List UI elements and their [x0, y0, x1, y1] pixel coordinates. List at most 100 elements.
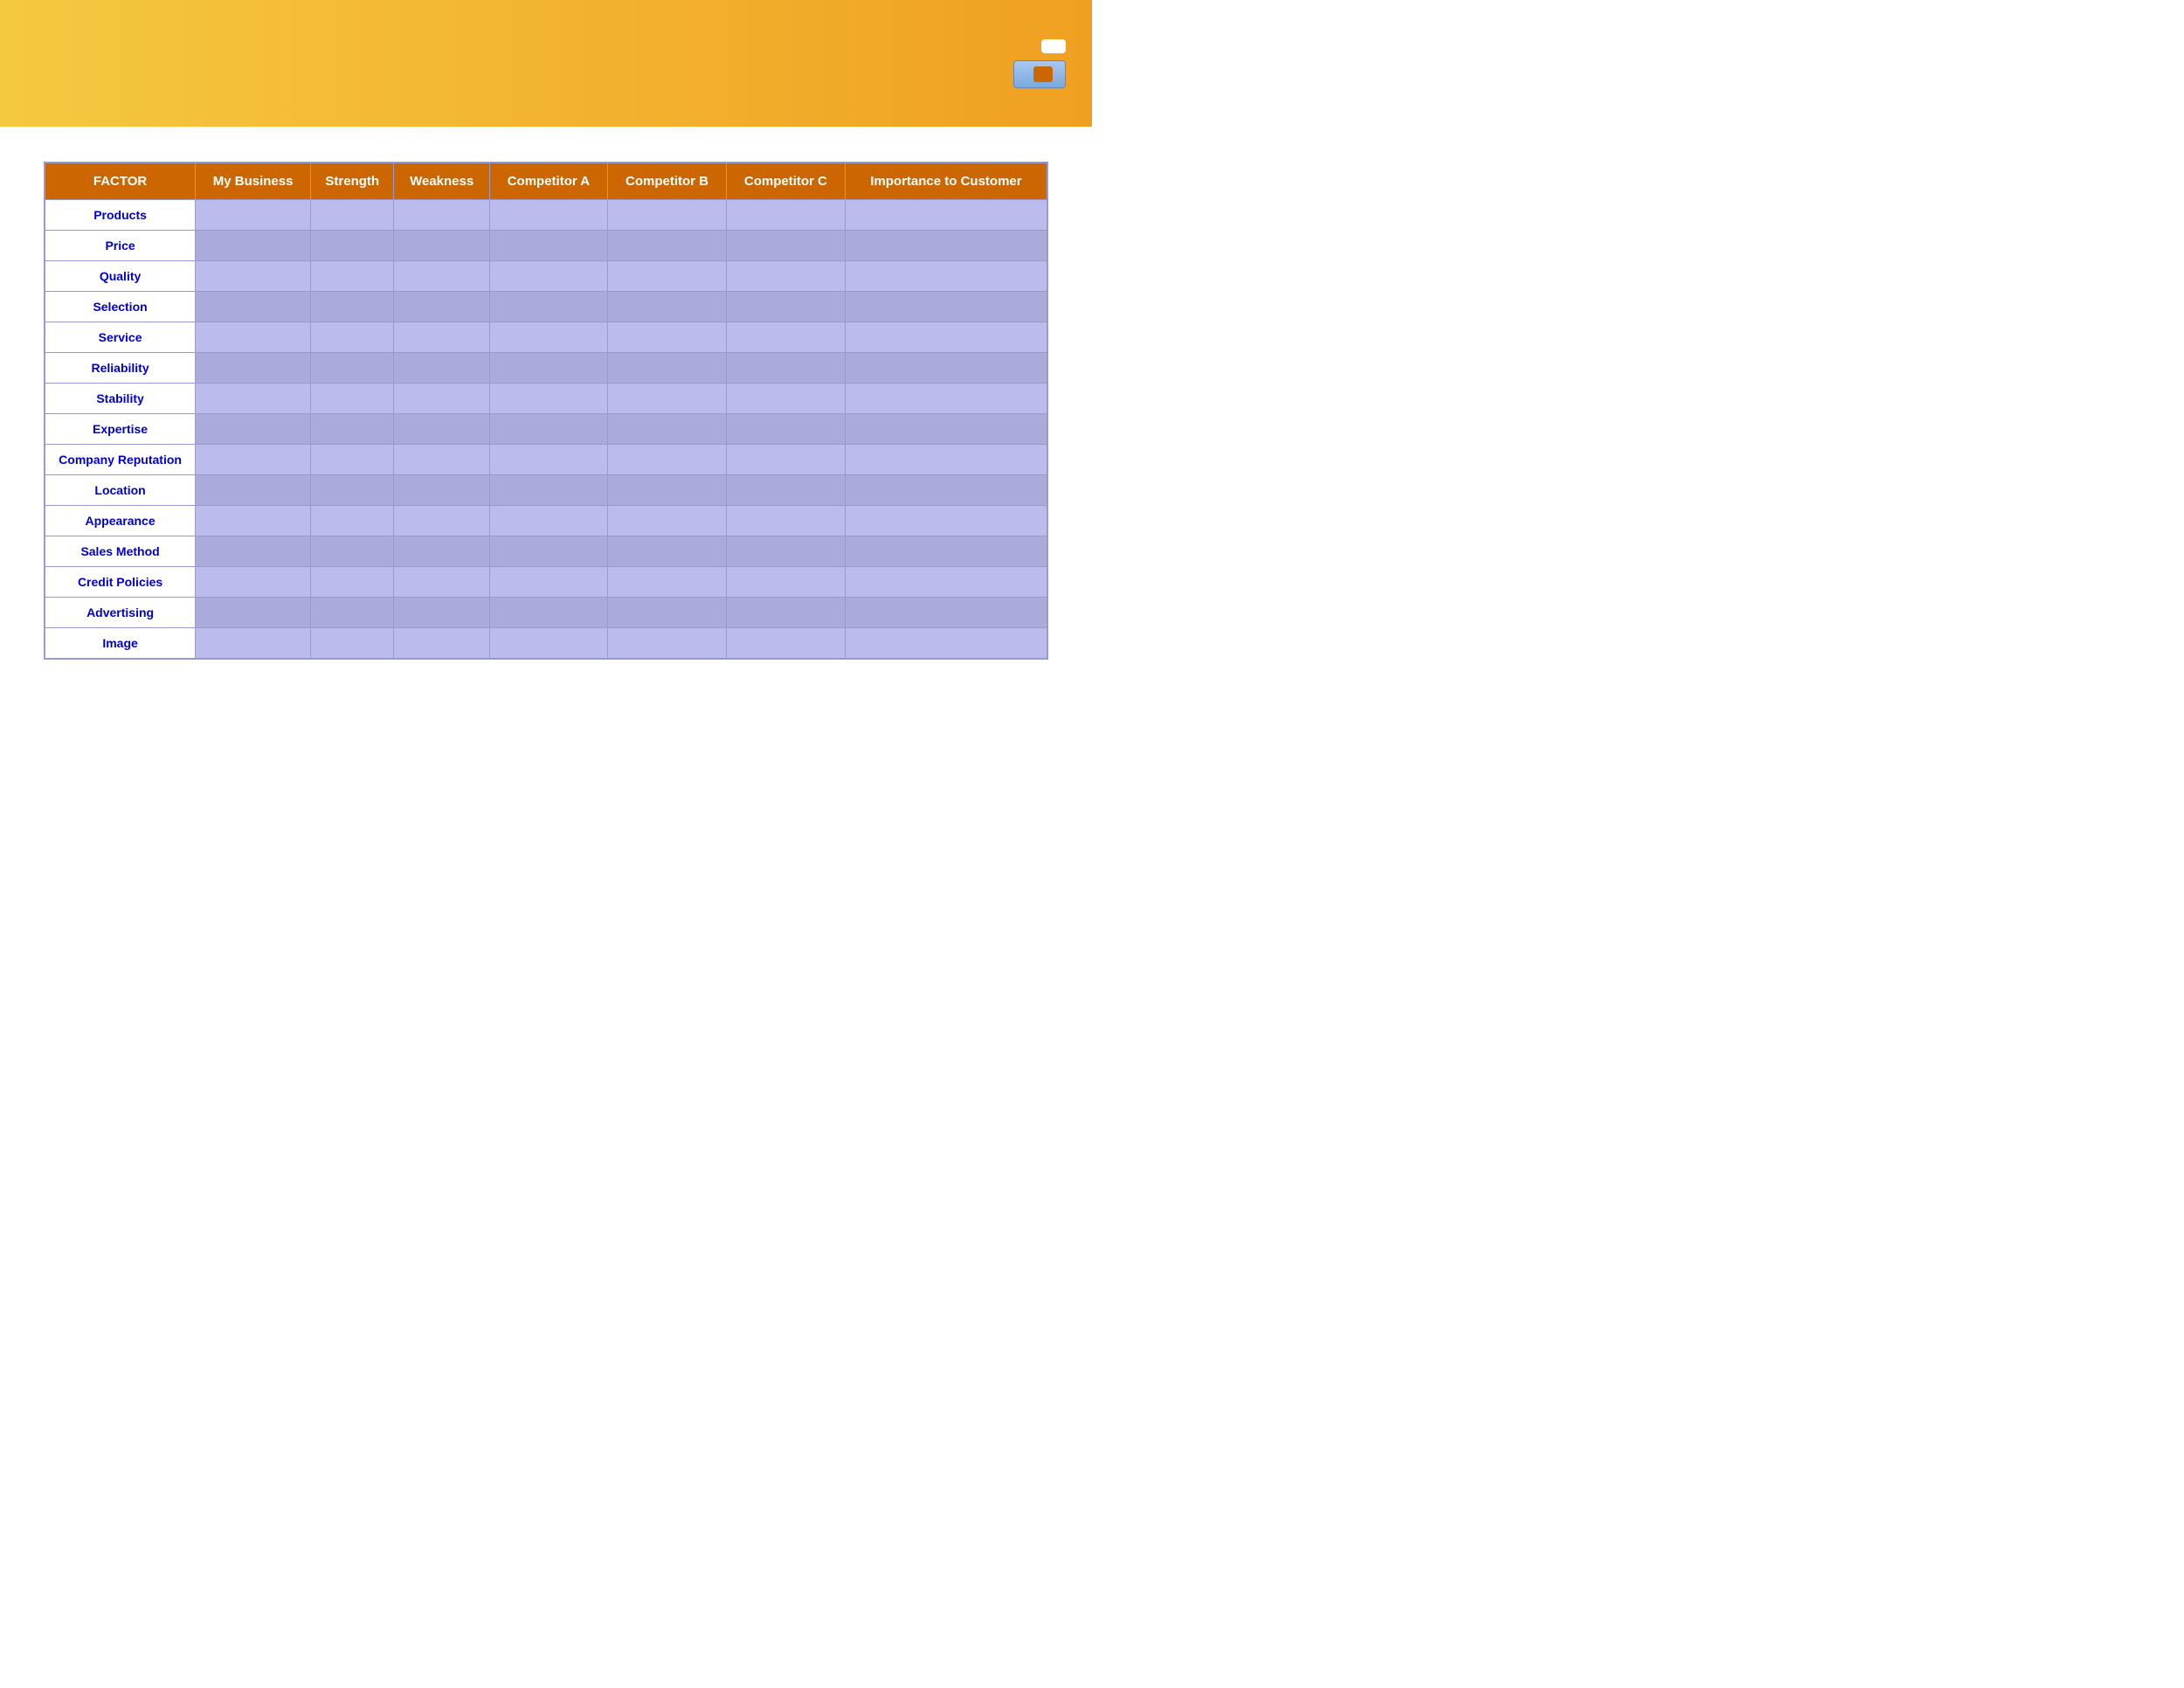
data-cell[interactable] — [311, 292, 394, 322]
data-cell[interactable] — [196, 292, 311, 322]
data-cell[interactable] — [489, 200, 607, 231]
data-cell[interactable] — [196, 445, 311, 475]
data-cell[interactable] — [726, 261, 845, 292]
data-cell[interactable] — [726, 506, 845, 536]
data-cell[interactable] — [608, 353, 727, 384]
data-cell[interactable] — [845, 384, 1047, 414]
data-cell[interactable] — [845, 628, 1047, 659]
data-cell[interactable] — [394, 628, 489, 659]
data-cell[interactable] — [608, 261, 727, 292]
data-cell[interactable] — [311, 231, 394, 261]
data-cell[interactable] — [726, 384, 845, 414]
data-cell[interactable] — [394, 506, 489, 536]
data-cell[interactable] — [394, 200, 489, 231]
data-cell[interactable] — [394, 384, 489, 414]
data-cell[interactable] — [726, 445, 845, 475]
data-cell[interactable] — [608, 200, 727, 231]
data-cell[interactable] — [845, 567, 1047, 598]
data-cell[interactable] — [196, 598, 311, 628]
data-cell[interactable] — [311, 414, 394, 445]
data-cell[interactable] — [608, 445, 727, 475]
data-cell[interactable] — [489, 598, 607, 628]
data-cell[interactable] — [608, 475, 727, 506]
data-cell[interactable] — [845, 506, 1047, 536]
data-cell[interactable] — [489, 292, 607, 322]
data-cell[interactable] — [394, 475, 489, 506]
data-cell[interactable] — [311, 200, 394, 231]
data-cell[interactable] — [726, 292, 845, 322]
data-cell[interactable] — [845, 353, 1047, 384]
data-cell[interactable] — [608, 384, 727, 414]
data-cell[interactable] — [489, 506, 607, 536]
data-cell[interactable] — [489, 628, 607, 659]
data-cell[interactable] — [726, 475, 845, 506]
data-cell[interactable] — [489, 414, 607, 445]
data-cell[interactable] — [608, 598, 727, 628]
data-cell[interactable] — [196, 200, 311, 231]
data-cell[interactable] — [311, 506, 394, 536]
data-cell[interactable] — [608, 506, 727, 536]
data-cell[interactable] — [394, 353, 489, 384]
data-cell[interactable] — [394, 567, 489, 598]
data-cell[interactable] — [196, 322, 311, 353]
data-cell[interactable] — [845, 322, 1047, 353]
data-cell[interactable] — [311, 353, 394, 384]
data-cell[interactable] — [726, 414, 845, 445]
data-cell[interactable] — [196, 231, 311, 261]
data-cell[interactable] — [726, 598, 845, 628]
data-cell[interactable] — [196, 628, 311, 659]
data-cell[interactable] — [196, 506, 311, 536]
data-cell[interactable] — [394, 445, 489, 475]
data-cell[interactable] — [845, 598, 1047, 628]
data-cell[interactable] — [394, 261, 489, 292]
data-cell[interactable] — [196, 384, 311, 414]
data-cell[interactable] — [196, 567, 311, 598]
data-cell[interactable] — [726, 200, 845, 231]
data-cell[interactable] — [489, 353, 607, 384]
data-cell[interactable] — [394, 322, 489, 353]
data-cell[interactable] — [311, 445, 394, 475]
data-cell[interactable] — [608, 414, 727, 445]
data-cell[interactable] — [845, 445, 1047, 475]
data-cell[interactable] — [726, 536, 845, 567]
data-cell[interactable] — [608, 322, 727, 353]
data-cell[interactable] — [726, 628, 845, 659]
data-cell[interactable] — [845, 536, 1047, 567]
data-cell[interactable] — [608, 567, 727, 598]
data-cell[interactable] — [489, 445, 607, 475]
data-cell[interactable] — [394, 292, 489, 322]
data-cell[interactable] — [196, 536, 311, 567]
data-cell[interactable] — [489, 384, 607, 414]
data-cell[interactable] — [489, 475, 607, 506]
data-cell[interactable] — [489, 536, 607, 567]
data-cell[interactable] — [394, 231, 489, 261]
data-cell[interactable] — [311, 536, 394, 567]
data-cell[interactable] — [608, 292, 727, 322]
data-cell[interactable] — [489, 261, 607, 292]
data-cell[interactable] — [394, 414, 489, 445]
data-cell[interactable] — [608, 628, 727, 659]
data-cell[interactable] — [489, 231, 607, 261]
data-cell[interactable] — [489, 567, 607, 598]
data-cell[interactable] — [196, 261, 311, 292]
data-cell[interactable] — [311, 261, 394, 292]
data-cell[interactable] — [726, 322, 845, 353]
data-cell[interactable] — [726, 231, 845, 261]
data-cell[interactable] — [608, 231, 727, 261]
data-cell[interactable] — [845, 200, 1047, 231]
data-cell[interactable] — [394, 598, 489, 628]
data-cell[interactable] — [311, 475, 394, 506]
data-cell[interactable] — [196, 475, 311, 506]
data-cell[interactable] — [845, 292, 1047, 322]
data-cell[interactable] — [311, 567, 394, 598]
data-cell[interactable] — [845, 475, 1047, 506]
data-cell[interactable] — [311, 384, 394, 414]
data-cell[interactable] — [845, 231, 1047, 261]
data-cell[interactable] — [196, 414, 311, 445]
data-cell[interactable] — [394, 536, 489, 567]
data-cell[interactable] — [845, 414, 1047, 445]
data-cell[interactable] — [311, 598, 394, 628]
data-cell[interactable] — [845, 261, 1047, 292]
data-cell[interactable] — [489, 322, 607, 353]
data-cell[interactable] — [726, 567, 845, 598]
